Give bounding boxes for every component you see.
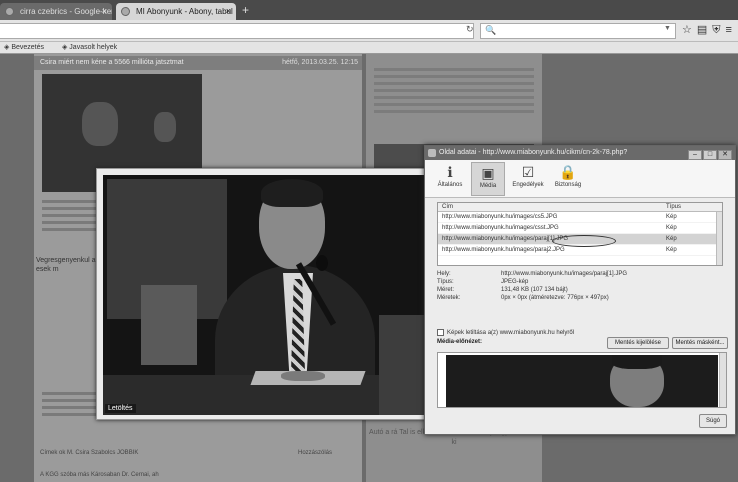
bookmark-item[interactable]: ◈ Javasolt helyek <box>62 44 125 51</box>
lock-icon: 🔒 <box>559 164 577 180</box>
save-selected-button[interactable]: Mentés kijelölése <box>607 337 669 349</box>
maximize-button[interactable]: □ <box>703 150 717 160</box>
highlight-circle <box>552 235 616 247</box>
close-tab-icon[interactable]: × <box>226 3 231 20</box>
preview-hair <box>612 355 662 369</box>
info-icon: ℹ <box>447 164 453 180</box>
window-icon <box>428 149 436 157</box>
toolbar-icons: ☆▤⛨≡ <box>682 23 737 37</box>
tab-miabonyunk[interactable]: MI Abonyunk - Abony, tabul × <box>116 3 236 20</box>
comments-link[interactable]: Hozzászólás <box>298 450 332 456</box>
list-header: Cím Típus <box>438 203 722 212</box>
article-footer: Címek ok M. Csira Szabolcs JOBBIK Hozzás… <box>40 450 333 456</box>
tab-security[interactable]: 🔒 Biztonság <box>551 162 585 196</box>
enlarged-photo[interactable]: Letöltés <box>103 175 425 415</box>
preview-label: Média-előnézet: <box>437 339 483 345</box>
info-type: Típus: JPEG-kép <box>437 279 529 285</box>
list-item[interactable]: http://www.miabonyunk.hu/images/cs5.JPG … <box>438 212 722 223</box>
bookmark-item[interactable]: ◈ Bevezetés <box>4 44 52 51</box>
shield-icon[interactable]: ⛨ <box>712 24 725 36</box>
media-preview <box>437 352 727 408</box>
column-header-type[interactable]: Típus <box>666 203 681 212</box>
page-info-dialog: Oldal adatai - http://www.miabonyunk.hu/… <box>424 145 736 435</box>
google-favicon-icon <box>5 7 14 16</box>
speaker-hands <box>281 371 325 381</box>
preview-scrollbar[interactable] <box>719 353 726 407</box>
minimize-button[interactable]: – <box>688 150 702 160</box>
menu-icon[interactable]: ≡ <box>726 24 737 36</box>
permissions-icon: ☑ <box>521 164 535 180</box>
person-figure <box>154 112 176 142</box>
star-icon[interactable]: ☆ <box>682 24 697 36</box>
bookmarks-icon[interactable]: ▤ <box>697 24 712 36</box>
speaker-hair <box>261 179 323 207</box>
media-list[interactable]: Cím Típus http://www.miabonyunk.hu/image… <box>437 202 723 266</box>
list-scrollbar[interactable] <box>716 212 722 265</box>
save-as-button[interactable]: Mentés másként... <box>672 337 728 349</box>
background-object <box>379 315 425 415</box>
background-figure <box>141 285 197 365</box>
chevron-down-icon[interactable]: ▼ <box>664 25 671 32</box>
site-favicon-icon <box>121 7 130 16</box>
dialog-titlebar[interactable]: Oldal adatai - http://www.miabonyunk.hu/… <box>425 146 735 160</box>
dialog-title: Oldal adatai - http://www.miabonyunk.hu/… <box>439 149 628 156</box>
tab-permissions[interactable]: ☑ Engedélyek <box>511 162 545 196</box>
sidebar-text <box>374 68 534 117</box>
block-images-option[interactable]: Képek letiltása a(z) www.miabonyunk.hu h… <box>437 329 574 336</box>
search-input[interactable]: 🔍 <box>480 23 676 39</box>
reload-icon[interactable]: ↻ <box>466 24 474 35</box>
close-tab-icon[interactable]: × <box>102 3 107 20</box>
info-location: Hely: http://www.miabonyunk.hu/images/pa… <box>437 271 628 277</box>
window-controls: – □ ✕ <box>687 148 732 160</box>
bookmarks-bar: ◈ Bevezetés ◈ Javasolt helyek <box>0 42 738 54</box>
tab-title: cirra czebrics - Google-kere <box>20 7 112 16</box>
help-button[interactable]: Súgó <box>699 414 727 428</box>
tab-title: MI Abonyunk - Abony, tabul <box>136 7 233 16</box>
preview-image <box>446 355 718 407</box>
close-button[interactable]: ✕ <box>718 150 732 160</box>
media-icon: ▣ <box>481 165 495 181</box>
new-tab-icon[interactable]: + <box>242 4 249 16</box>
person-figure <box>82 102 118 146</box>
tab-media[interactable]: ▣ Média <box>471 162 505 196</box>
article-title[interactable]: Csira miért nem kéne a 5566 millióta jat… <box>34 56 362 70</box>
image-viewer: Letöltés <box>96 168 430 420</box>
tab-google-search[interactable]: cirra czebrics - Google-kere × <box>0 3 112 20</box>
search-icon: 🔍 <box>485 25 497 35</box>
column-header-address[interactable]: Cím <box>442 203 453 212</box>
url-field[interactable] <box>0 23 474 39</box>
media-info: Hely: http://www.miabonyunk.hu/images/pa… <box>437 270 727 302</box>
navigation-bar: ↻ 🔍 ▼ ☆▤⛨≡ <box>0 20 738 42</box>
microphone-icon <box>316 255 328 271</box>
tab-general[interactable]: ℹ Általános <box>433 162 467 196</box>
info-size: Méret: 131,48 KB (107 134 bájt) <box>437 287 568 293</box>
tab-strip: cirra czebrics - Google-kere × MI Abonyu… <box>0 0 738 20</box>
download-caption[interactable]: Letöltés <box>105 404 136 413</box>
article-date: hétfő, 2013.03.25. 12:15 <box>282 59 358 66</box>
dialog-toolbar: ℹ Általános ▣ Média ☑ Engedélyek 🔒 Bizto… <box>425 160 735 198</box>
next-article-title[interactable]: A KGG szóba más Károsaban Dr. Cernai, ah <box>40 472 159 478</box>
list-item[interactable]: http://www.miabonyunk.hu/images/csst.JPG… <box>438 223 722 234</box>
info-dimensions: Méretek: 0px × 0px (átméretezve: 776px ×… <box>437 295 609 301</box>
block-images-checkbox[interactable] <box>437 329 444 336</box>
